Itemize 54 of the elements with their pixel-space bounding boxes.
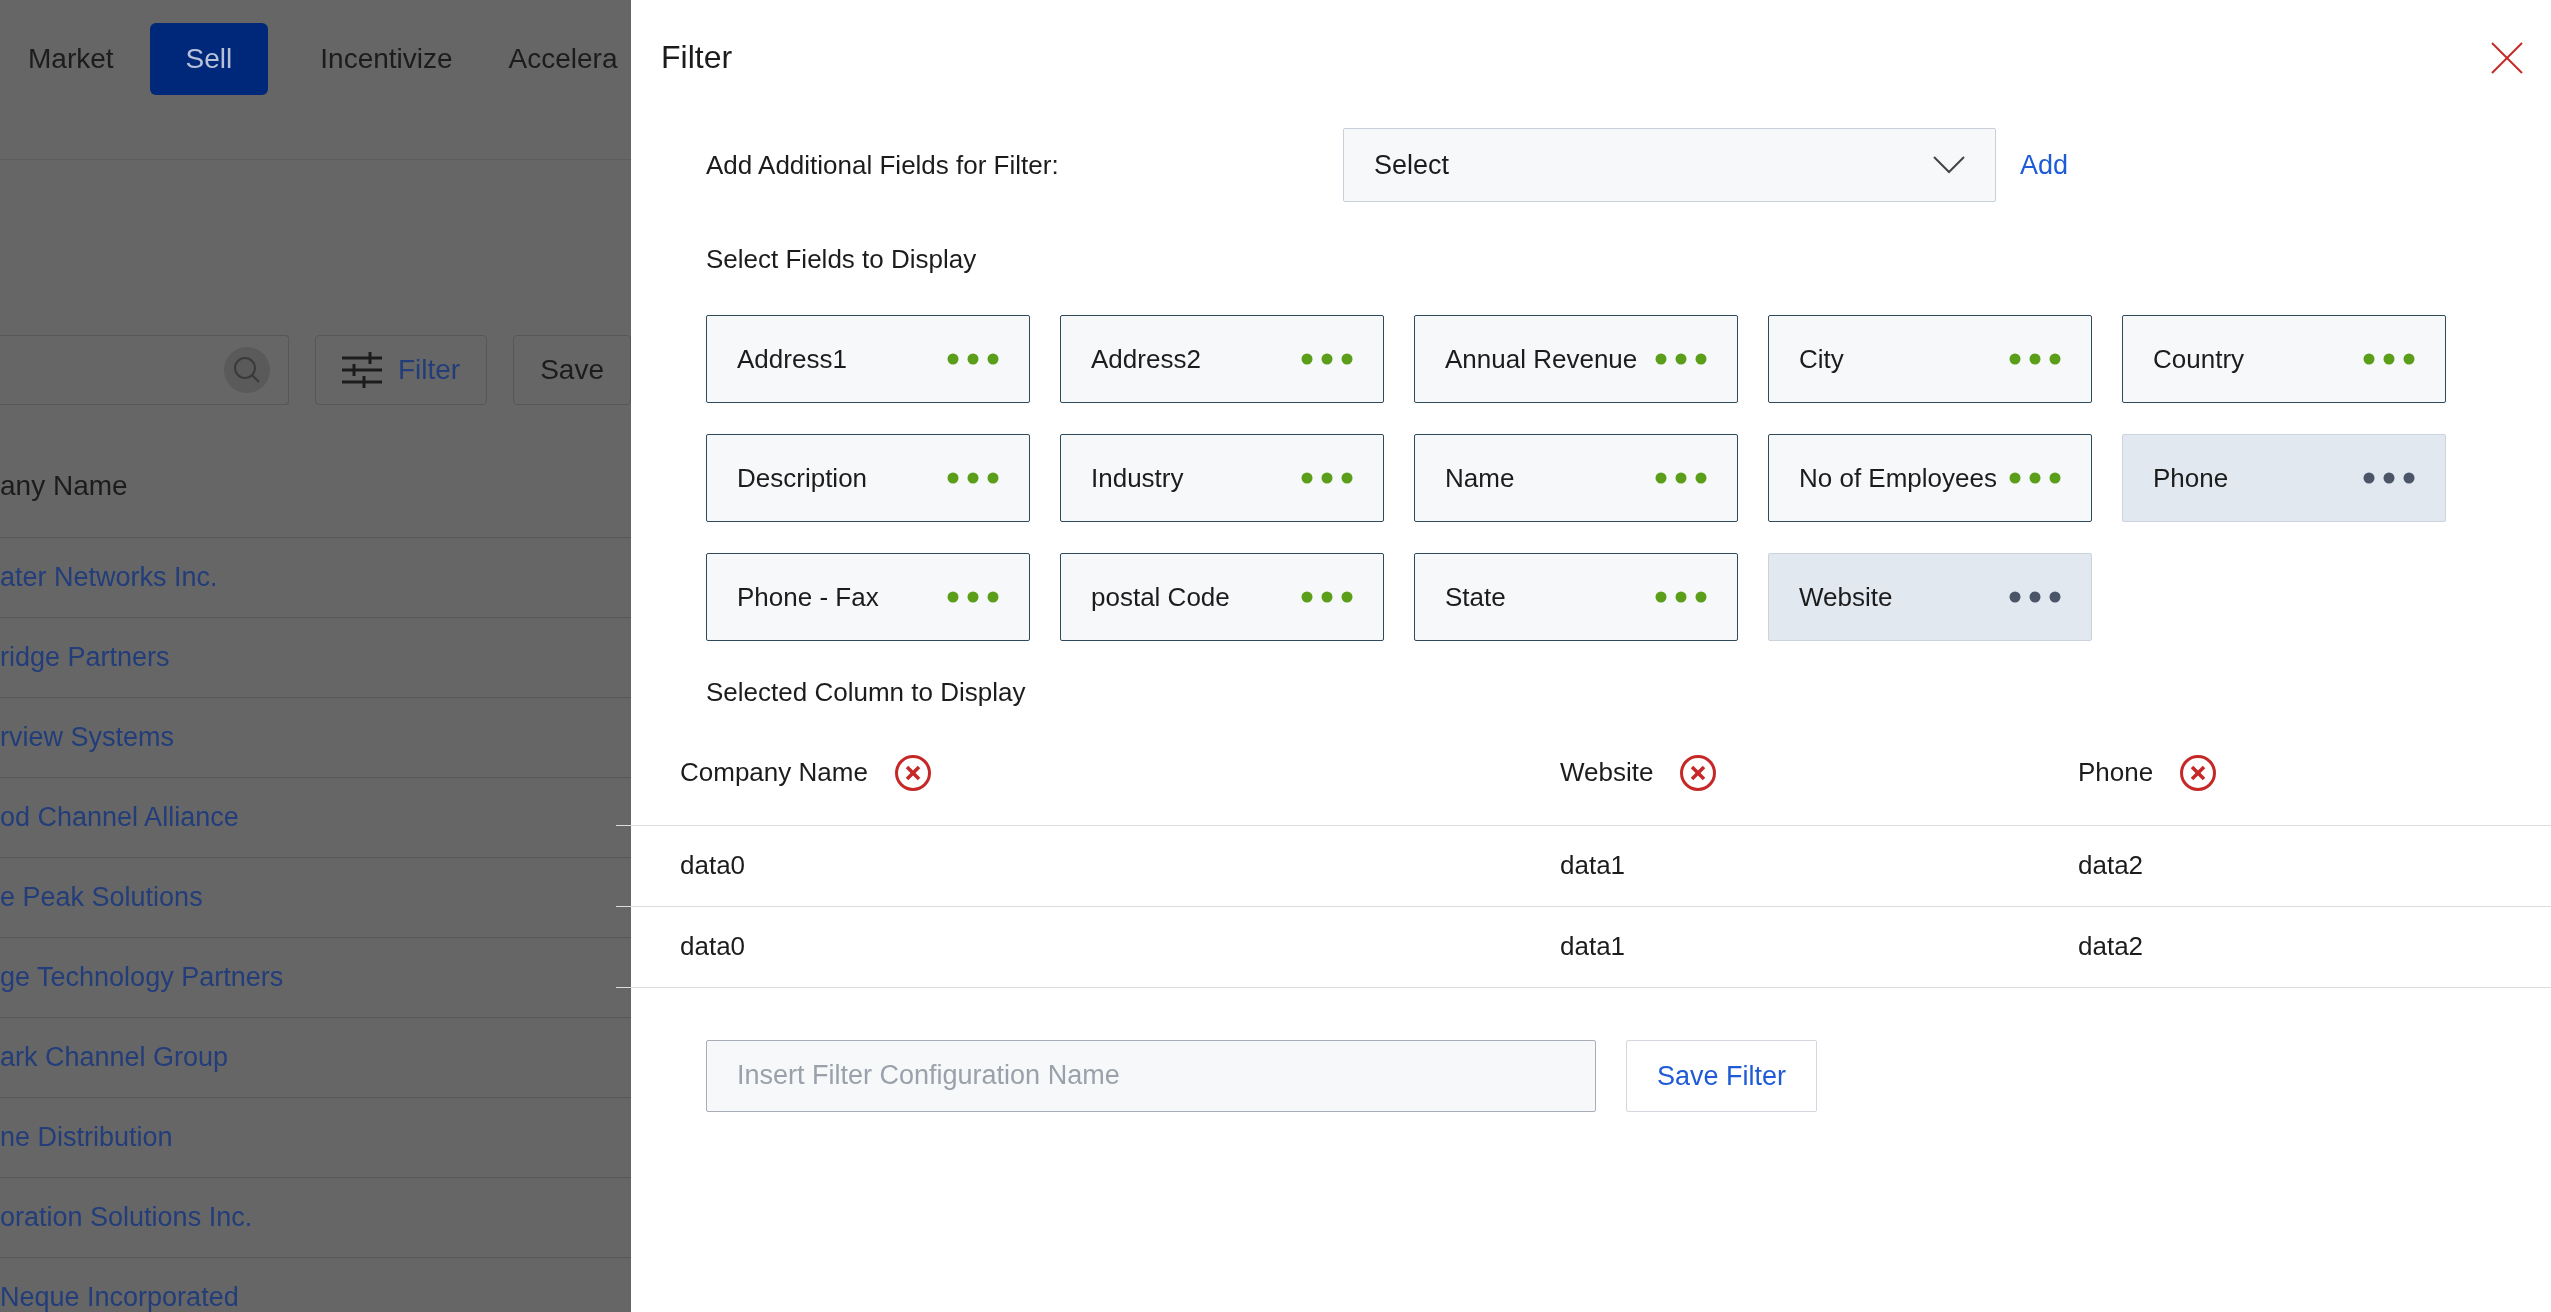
field-label: Add Additional Fields for Filter: xyxy=(706,148,1060,182)
field-chip[interactable]: Website xyxy=(1768,553,2092,642)
search-icon[interactable] xyxy=(223,347,270,393)
column-header: Website xyxy=(1560,756,1654,790)
search-field[interactable] xyxy=(0,335,289,405)
field-chip[interactable]: Phone xyxy=(2122,434,2446,523)
select-dropdown[interactable]: Select xyxy=(1343,128,1996,203)
remove-icon[interactable] xyxy=(893,753,932,792)
name-input-field[interactable]: Insert Filter Configuration Name xyxy=(706,1039,1596,1112)
more-icon[interactable] xyxy=(2009,472,2061,485)
more-icon[interactable] xyxy=(947,472,999,485)
field-chip[interactable]: No of Employees xyxy=(1768,434,2092,523)
field-chip[interactable]: Phone - Fax xyxy=(706,553,1030,642)
more-icon[interactable] xyxy=(947,353,999,366)
field-chip[interactable]: postal Code xyxy=(1060,553,1384,642)
add-link[interactable]: Add xyxy=(2020,145,2069,186)
sliders-icon xyxy=(341,352,382,388)
chevron-down-icon xyxy=(1933,156,1965,175)
more-icon[interactable] xyxy=(2009,591,2061,604)
more-icon[interactable] xyxy=(1655,472,1707,485)
field-chip[interactable]: City xyxy=(1768,315,2092,404)
table-cell: data2 xyxy=(2078,850,2144,881)
close-icon[interactable] xyxy=(2491,42,2523,74)
more-icon[interactable] xyxy=(1301,472,1353,485)
more-icon[interactable] xyxy=(2009,353,2061,366)
save-filter-button[interactable]: Save Filter xyxy=(1626,1039,1818,1112)
field-chip[interactable]: Address2 xyxy=(1060,315,1384,404)
table-cell: data0 xyxy=(680,850,746,881)
remove-icon[interactable] xyxy=(2179,753,2218,792)
field-chip[interactable]: State xyxy=(1414,553,1738,642)
more-icon[interactable] xyxy=(1655,591,1707,604)
nav-tab[interactable]: Sell xyxy=(149,23,269,95)
more-icon[interactable] xyxy=(2363,353,2415,366)
column-header: Phone xyxy=(2078,756,2154,790)
panel-title: Filter xyxy=(661,38,733,77)
remove-icon[interactable] xyxy=(1679,753,1718,792)
field-chip[interactable]: Industry xyxy=(1060,434,1384,523)
field-chip[interactable]: Country xyxy=(2122,315,2446,404)
section-heading: Select Fields to Display xyxy=(706,243,978,277)
more-icon[interactable] xyxy=(947,591,999,604)
more-icon[interactable] xyxy=(2363,472,2415,485)
field-chip[interactable]: Annual Revenue xyxy=(1414,315,1738,404)
section-heading: Selected Column to Display xyxy=(706,676,1027,710)
table-cell: data1 xyxy=(1560,931,1626,962)
column-header: Company Name xyxy=(680,756,868,790)
table-cell: data1 xyxy=(1560,850,1626,881)
field-chip[interactable]: Description xyxy=(706,434,1030,523)
field-chip[interactable]: Address1 xyxy=(706,315,1030,404)
table-cell: data0 xyxy=(680,931,746,962)
field-chip[interactable]: Name xyxy=(1414,434,1738,523)
more-icon[interactable] xyxy=(1301,353,1353,366)
table-cell: data2 xyxy=(2078,931,2144,962)
more-icon[interactable] xyxy=(1301,591,1353,604)
more-icon[interactable] xyxy=(1655,353,1707,366)
